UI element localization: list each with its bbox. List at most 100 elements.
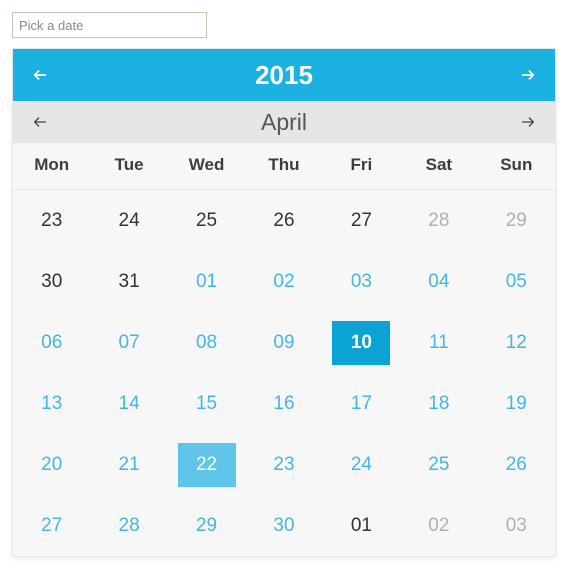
day-cell[interactable]: 08 [168,312,245,373]
weekday-cell: Sun [478,143,555,190]
day-cell[interactable]: 27 [323,190,400,251]
day-number: 03 [332,260,390,304]
day-cell[interactable]: 30 [245,495,322,556]
day-cell[interactable]: 05 [478,251,555,312]
day-cell[interactable]: 30 [13,251,90,312]
day-number: 06 [23,321,81,365]
weekday-cell: Wed [168,143,245,190]
day-number: 24 [332,443,390,487]
days-grid: 2324252627282930310102030405060708091011… [13,190,555,556]
day-number: 02 [410,504,468,548]
day-cell[interactable]: 12 [478,312,555,373]
day-cell[interactable]: 16 [245,373,322,434]
day-cell[interactable]: 25 [168,190,245,251]
day-number: 13 [23,382,81,426]
day-cell[interactable]: 02 [400,495,477,556]
day-cell[interactable]: 28 [90,495,167,556]
day-cell[interactable]: 11 [400,312,477,373]
day-number: 25 [410,443,468,487]
day-cell[interactable]: 09 [245,312,322,373]
day-number: 31 [100,260,158,304]
month-bar: April [13,101,555,143]
date-input[interactable] [12,12,207,38]
arrow-right-icon [520,67,536,83]
day-cell[interactable]: 23 [13,190,90,251]
calendar: 2015 April Mon Tue Wed Thu Fri Sat Sun 2… [12,48,556,557]
day-number: 09 [255,321,313,365]
day-number: 17 [332,382,390,426]
day-number: 19 [487,382,545,426]
year-label[interactable]: 2015 [255,60,313,91]
day-cell[interactable]: 02 [245,251,322,312]
day-cell[interactable]: 24 [323,434,400,495]
day-cell[interactable]: 24 [90,190,167,251]
day-cell[interactable]: 06 [13,312,90,373]
day-cell[interactable]: 15 [168,373,245,434]
day-cell[interactable]: 27 [13,495,90,556]
day-cell[interactable]: 01 [323,495,400,556]
day-number: 30 [255,504,313,548]
day-cell[interactable]: 22 [168,434,245,495]
day-number: 11 [410,321,468,365]
next-month-button[interactable] [515,109,541,135]
month-label[interactable]: April [261,109,307,136]
day-cell[interactable]: 28 [400,190,477,251]
day-cell[interactable]: 31 [90,251,167,312]
day-number: 18 [410,382,468,426]
day-number: 20 [23,443,81,487]
day-number: 07 [100,321,158,365]
day-number: 26 [255,199,313,243]
day-number: 15 [178,382,236,426]
day-number: 01 [332,504,390,548]
day-number: 28 [100,504,158,548]
day-number: 16 [255,382,313,426]
prev-year-button[interactable] [27,62,53,88]
day-cell[interactable]: 13 [13,373,90,434]
year-bar: 2015 [13,49,555,101]
next-year-button[interactable] [515,62,541,88]
day-cell[interactable]: 19 [478,373,555,434]
day-cell[interactable]: 17 [323,373,400,434]
day-number: 03 [487,504,545,548]
weekday-cell: Tue [90,143,167,190]
day-number: 02 [255,260,313,304]
day-cell[interactable]: 07 [90,312,167,373]
weekday-cell: Thu [245,143,322,190]
prev-month-button[interactable] [27,109,53,135]
day-number: 28 [410,199,468,243]
day-number: 21 [100,443,158,487]
day-number: 23 [23,199,81,243]
weekday-cell: Sat [400,143,477,190]
day-cell[interactable]: 26 [478,434,555,495]
day-number: 05 [487,260,545,304]
day-number: 27 [332,199,390,243]
day-number: 22 [178,443,236,487]
day-cell[interactable]: 18 [400,373,477,434]
day-cell[interactable]: 29 [478,190,555,251]
day-cell[interactable]: 03 [323,251,400,312]
day-cell[interactable]: 21 [90,434,167,495]
day-number: 30 [23,260,81,304]
day-number: 29 [487,199,545,243]
day-cell[interactable]: 03 [478,495,555,556]
day-number: 10 [332,321,390,365]
day-cell[interactable]: 29 [168,495,245,556]
weekday-cell: Fri [323,143,400,190]
day-number: 12 [487,321,545,365]
day-cell[interactable]: 23 [245,434,322,495]
day-cell[interactable]: 26 [245,190,322,251]
day-number: 01 [178,260,236,304]
arrow-right-icon [520,114,536,130]
arrow-left-icon [32,114,48,130]
day-cell[interactable]: 01 [168,251,245,312]
day-cell[interactable]: 20 [13,434,90,495]
day-number: 08 [178,321,236,365]
day-number: 14 [100,382,158,426]
day-cell[interactable]: 25 [400,434,477,495]
day-cell[interactable]: 04 [400,251,477,312]
day-cell[interactable]: 10 [323,312,400,373]
day-number: 04 [410,260,468,304]
day-number: 24 [100,199,158,243]
day-number: 27 [23,504,81,548]
day-cell[interactable]: 14 [90,373,167,434]
